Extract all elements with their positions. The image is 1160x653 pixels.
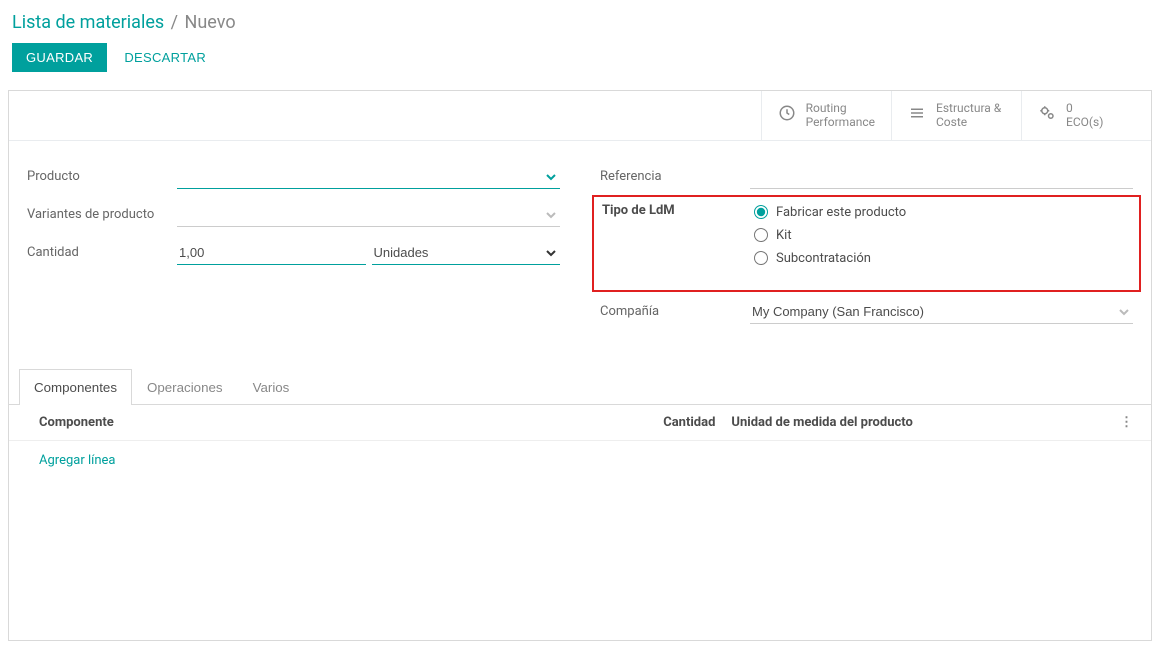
breadcrumb: Lista de materiales / Nuevo (8, 12, 1152, 33)
save-button[interactable]: GUARDAR (12, 43, 107, 72)
breadcrumb-sub: Nuevo (185, 12, 236, 33)
right-column: Referencia Tipo de LdM Fabricar este pro… (600, 163, 1133, 336)
routing-performance-button[interactable]: Routing Performance (761, 91, 891, 140)
reference-label: Referencia (600, 169, 750, 184)
add-line-link[interactable]: Agregar línea (39, 453, 115, 468)
product-input[interactable] (177, 165, 560, 189)
qty-label: Cantidad (27, 245, 177, 260)
radio-kit[interactable]: Kit (754, 228, 1131, 243)
variants-label: Variantes de producto (27, 207, 177, 222)
product-label: Producto (27, 169, 177, 184)
ecos-button[interactable]: 0 ECO(s) (1021, 91, 1151, 140)
form-sheet: Routing Performance Estructura & Coste (8, 90, 1152, 641)
table-header: Componente Cantidad Unidad de medida del… (9, 405, 1151, 441)
list-icon (908, 104, 936, 126)
qty-input[interactable] (177, 241, 366, 265)
reference-input[interactable] (750, 165, 1133, 189)
tab-components[interactable]: Componentes (19, 369, 132, 405)
clock-icon (778, 104, 806, 126)
discard-button[interactable]: DESCARTAR (110, 43, 220, 72)
gears-icon (1038, 104, 1066, 126)
breadcrumb-main[interactable]: Lista de materiales (12, 12, 164, 33)
qty-uom-select[interactable] (372, 241, 561, 265)
company-label: Compañía (600, 304, 750, 319)
tab-misc[interactable]: Varios (238, 369, 305, 405)
col-qty: Cantidad (611, 415, 731, 430)
col-component: Componente (27, 415, 611, 430)
tab-bar: Componentes Operaciones Varios (9, 368, 1151, 405)
radio-manufacture[interactable]: Fabricar este producto (754, 205, 1131, 220)
bom-type-radio-group: Fabricar este producto Kit Subcontrataci… (752, 203, 1131, 274)
components-table: Componente Cantidad Unidad de medida del… (9, 405, 1151, 640)
action-bar: GUARDAR DESCARTAR (8, 43, 1152, 72)
tab-operations[interactable]: Operaciones (132, 369, 238, 405)
kebab-icon[interactable]: ⋮ (1113, 415, 1133, 430)
left-column: Producto Variantes de producto Cantidad (27, 163, 560, 336)
bom-type-highlight: Tipo de LdM Fabricar este producto Kit (592, 195, 1141, 292)
stat-buttons-row: Routing Performance Estructura & Coste (9, 91, 1151, 141)
company-select[interactable] (750, 300, 1133, 324)
bom-type-label: Tipo de LdM (602, 203, 752, 218)
variants-input[interactable] (177, 203, 560, 227)
structure-cost-button[interactable]: Estructura & Coste (891, 91, 1021, 140)
col-uom: Unidad de medida del producto (731, 415, 1113, 430)
radio-subcontracting[interactable]: Subcontratación (754, 251, 1131, 266)
